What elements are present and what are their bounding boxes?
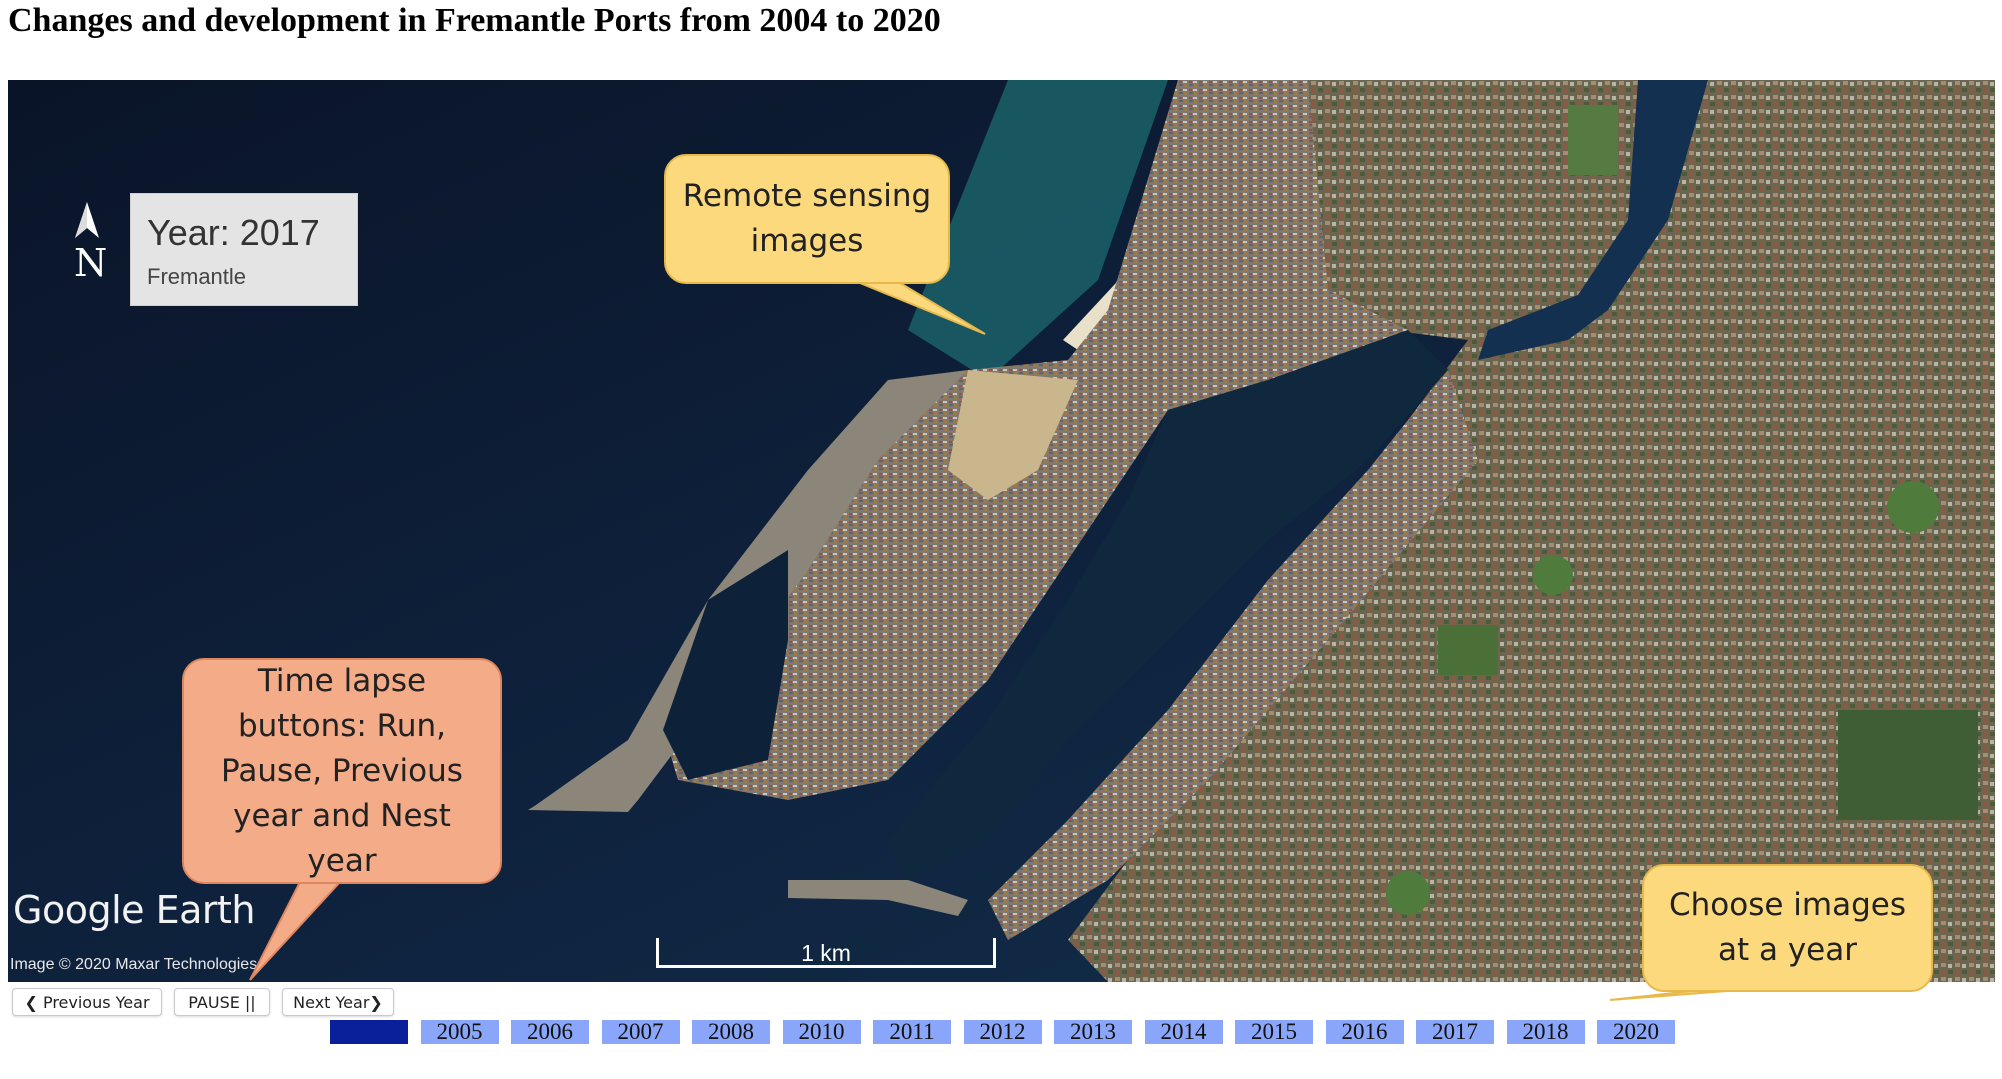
time-lapse-callout-text: Time lapse buttons: Run, Pause, Previous…	[221, 662, 463, 879]
year-button-2007[interactable]: 2007	[601, 1019, 680, 1044]
year-button-2011[interactable]: 2011	[873, 1019, 951, 1044]
year-button-2015[interactable]: 2015	[1235, 1019, 1313, 1044]
north-arrow: N	[72, 200, 112, 285]
page-title: Changes and development in Fremantle Por…	[8, 2, 941, 39]
year-button-2012[interactable]: 2012	[963, 1019, 1042, 1044]
scale-bar: 1 km	[656, 938, 996, 968]
google-earth-logo: Google Earth	[13, 888, 255, 932]
year-button-2013[interactable]: 2013	[1054, 1019, 1132, 1044]
year-button-2008[interactable]: 2008	[692, 1019, 770, 1044]
pause-button[interactable]: PAUSE ||	[174, 988, 270, 1016]
remote-sensing-callout-text: Remote sensing images	[682, 178, 932, 259]
year-button-2020[interactable]: 2020	[1597, 1019, 1675, 1044]
year-button-2004[interactable]: 2004	[330, 1019, 408, 1044]
year-button-2018[interactable]: 2018	[1506, 1019, 1585, 1044]
north-label: N	[74, 241, 108, 285]
imagery-credit: Image © 2020 Maxar Technologies	[10, 956, 258, 973]
year-info-panel: Year: 2017 Fremantle	[130, 193, 358, 306]
year-button-2006[interactable]: 2006	[511, 1019, 589, 1044]
year-button-2010[interactable]: 2010	[782, 1019, 861, 1044]
year-button-2016[interactable]: 2016	[1325, 1019, 1404, 1044]
time-lapse-callout: Time lapse buttons: Run, Pause, Previous…	[182, 658, 502, 884]
current-year-label: Year: 2017	[147, 212, 320, 253]
choose-year-callout-text: Choose images at a year	[1668, 887, 1906, 968]
previous-year-button[interactable]: ❮ Previous Year	[12, 988, 162, 1016]
choose-year-callout: Choose images at a year	[1642, 864, 1933, 992]
year-button-2014[interactable]: 2014	[1144, 1019, 1223, 1044]
place-label: Fremantle	[147, 264, 247, 289]
year-button-2005[interactable]: 2005	[420, 1019, 499, 1044]
scale-label: 1 km	[801, 940, 851, 966]
remote-sensing-callout: Remote sensing images	[664, 154, 950, 284]
north-arrow-icon	[75, 202, 99, 238]
year-button-2017[interactable]: 2017	[1416, 1019, 1494, 1044]
next-year-button[interactable]: Next Year❯	[282, 988, 394, 1016]
